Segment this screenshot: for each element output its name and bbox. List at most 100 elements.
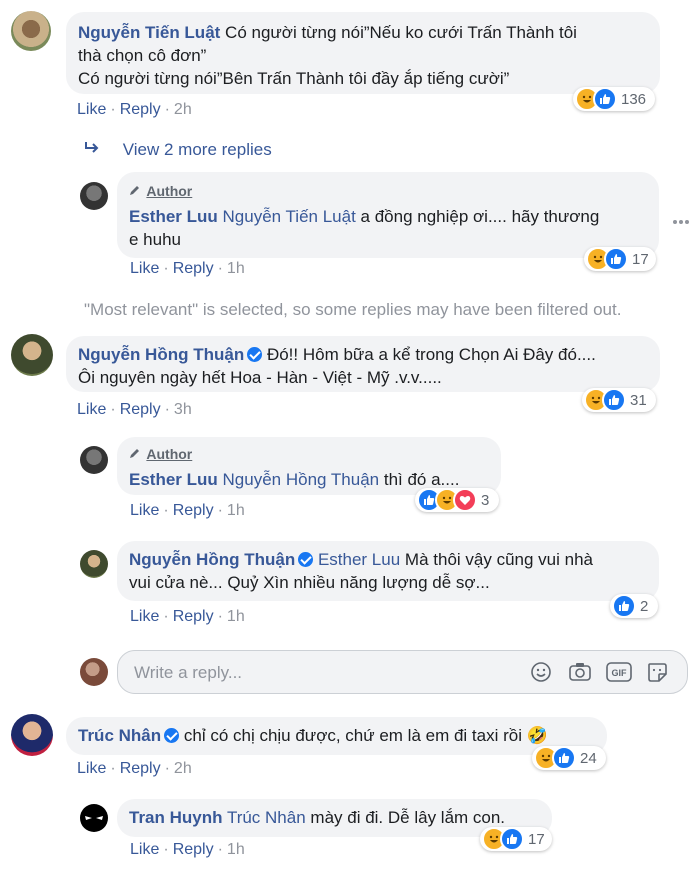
comment-text: Đó!! Hôm bữa a kể trong Chọn Ai Đây đó..… [266,345,596,364]
like-link[interactable]: Like [77,760,106,777]
pencil-icon [129,180,143,203]
mention-tag[interactable]: Trúc Nhân [227,808,306,827]
comment-actions: Like · Reply · 1h [130,502,245,519]
author-badge: Author [129,180,647,203]
reaction-summary[interactable]: 136 [573,87,655,111]
love-icon [453,488,477,512]
avatar[interactable] [80,446,108,474]
comment-author[interactable]: Trúc Nhân [78,726,161,745]
comment-author[interactable]: Nguyễn Hồng Thuận [129,550,295,569]
view-more-replies[interactable]: View 2 more replies [84,140,272,160]
comment-actions: Like · Reply · 1h [130,260,245,277]
like-icon [552,746,576,770]
like-link[interactable]: Like [130,502,159,519]
reply-link[interactable]: Reply [173,608,214,625]
comment-bubble: Nguyễn Hồng Thuận Esther Luu Mà thôi vậy… [117,541,659,601]
comment-bubble: Nguyễn Tiến Luật Có người từng nói”Nếu k… [66,12,660,94]
like-link[interactable]: Like [77,401,106,418]
avatar[interactable] [80,658,108,686]
comment-author[interactable]: Esther Luu [129,207,218,226]
comment-author[interactable]: Nguyễn Hồng Thuận [78,345,244,364]
filter-notice: "Most relevant" is selected, so some rep… [84,300,622,319]
reaction-summary[interactable]: 3 [415,488,499,512]
comment-text: Ôi nguyên ngày hết Hoa - Hàn - Việt - Mỹ… [78,368,442,387]
avatar[interactable] [11,11,51,51]
reply-link[interactable]: Reply [120,401,161,418]
reply-link[interactable]: Reply [120,101,161,118]
like-link[interactable]: Like [130,841,159,858]
like-icon [500,827,524,851]
reaction-summary[interactable]: 2 [610,594,658,618]
mention-tag[interactable]: Esther Luu [318,550,400,569]
comment-text: thì đó a.... [383,470,460,489]
comment-author[interactable]: Tran Huynh [129,808,223,827]
verified-icon [298,552,314,567]
verified-icon [247,347,263,362]
reaction-summary[interactable]: 17 [584,247,656,271]
mention-tag[interactable]: Nguyễn Tiến Luật [223,207,356,226]
reaction-count: 3 [481,491,490,509]
reaction-summary[interactable]: 31 [582,388,656,412]
reaction-count: 31 [630,391,647,409]
timestamp[interactable]: 2h [174,101,192,118]
timestamp[interactable]: 1h [227,841,245,858]
comment-author[interactable]: Esther Luu [129,470,218,489]
like-link[interactable]: Like [77,101,106,118]
like-icon [593,87,617,111]
reply-link[interactable]: Reply [173,260,214,277]
comment-actions: Like · Reply · 1h [130,841,245,858]
reaction-count: 17 [632,250,649,268]
pencil-icon [129,443,143,466]
reply-placeholder: Write a reply... [134,663,243,682]
comment-text: chỉ có chị chịu được, chứ em là em đi ta… [183,726,548,745]
reaction-summary[interactable]: 17 [480,827,552,851]
avatar[interactable] [80,182,108,210]
like-icon [612,594,636,618]
reaction-count: 24 [580,749,597,767]
comment-bubble: Nguyễn Hồng Thuận Đó!! Hôm bữa a kể tron… [66,336,660,392]
like-icon [602,388,626,412]
more-icon[interactable] [672,212,690,230]
timestamp[interactable]: 1h [227,608,245,625]
sticker-icon[interactable] [646,661,668,688]
reply-link[interactable]: Reply [173,841,214,858]
view-more-label[interactable]: View 2 more replies [123,140,272,159]
comment-actions: Like · Reply · 2h [77,101,192,118]
reaction-count: 136 [621,90,647,108]
reaction-summary[interactable]: 24 [532,746,606,770]
timestamp[interactable]: 3h [174,401,192,418]
comment-text: Mà thôi vậy cũng vui nhà [404,550,593,569]
avatar[interactable] [11,334,53,376]
timestamp[interactable]: 1h [227,502,245,519]
comment-bubble: Trúc Nhân chỉ có chị chịu được, chứ em l… [66,717,607,755]
reply-link[interactable]: Reply [173,502,214,519]
comment-text: e huhu [129,230,181,249]
comment-author[interactable]: Nguyễn Tiến Luật [78,23,220,42]
gif-icon[interactable]: GIF [606,661,632,688]
reply-arrow-icon [84,140,108,160]
comment-text: Có người từng nói”Bên Trấn Thành tôi đầy… [78,69,510,88]
comment-text: a đồng nghiệp ơi.... hãy thương [360,207,600,226]
like-link[interactable]: Like [130,260,159,277]
timestamp[interactable]: 2h [174,760,192,777]
svg-text:GIF: GIF [612,668,628,678]
emoji-icon[interactable] [530,661,552,688]
reply-link[interactable]: Reply [120,760,161,777]
comment-bubble: Author Esther Luu Nguyễn Tiến Luật a đồn… [117,172,659,258]
avatar[interactable] [11,714,53,756]
mention-tag[interactable]: Nguyễn Hồng Thuận [223,470,380,489]
reply-input[interactable]: Write a reply... GIF [117,650,688,694]
comment-actions: Like · Reply · 3h [77,401,192,418]
comment-text: Có người từng nói”Nếu ko cưới Trấn Thành… [225,23,577,42]
author-badge: Author [129,443,489,466]
avatar[interactable] [80,550,108,578]
camera-icon[interactable] [568,661,592,688]
comment-actions: Like · Reply · 2h [77,760,192,777]
reaction-count: 17 [528,830,545,848]
like-link[interactable]: Like [130,608,159,625]
verified-icon [164,728,180,743]
avatar[interactable] [80,804,108,832]
reaction-count: 2 [640,597,649,615]
like-icon [604,247,628,271]
timestamp[interactable]: 1h [227,260,245,277]
